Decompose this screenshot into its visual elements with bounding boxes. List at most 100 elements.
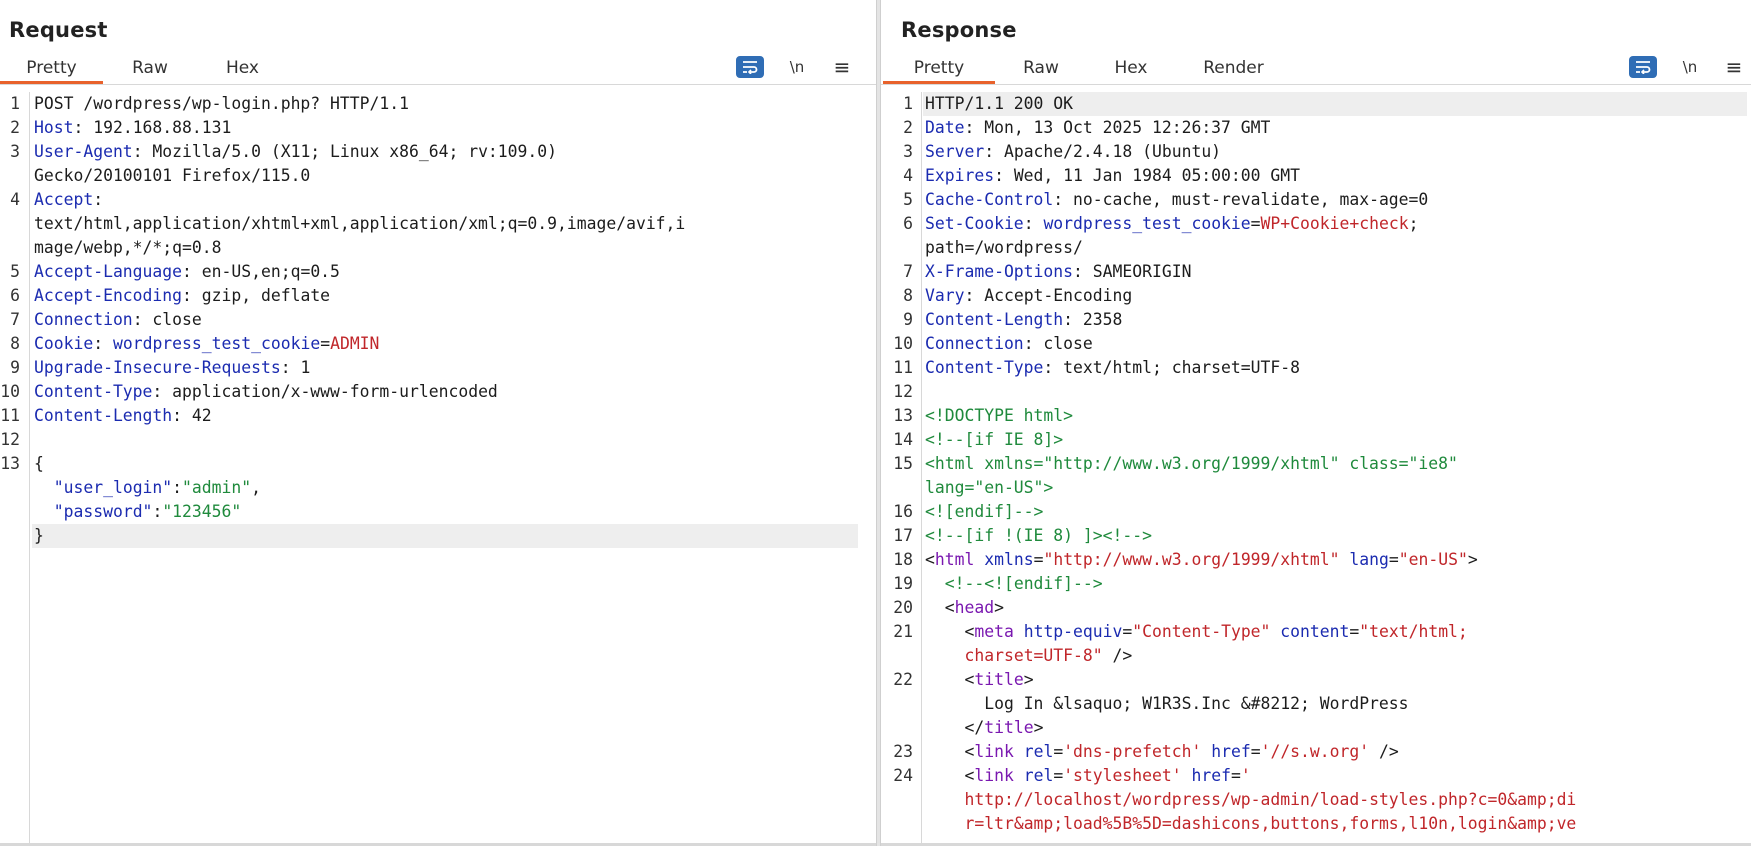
line-number: 13 — [0, 454, 20, 473]
code-text: HTTP/1.1 200 OK — [925, 94, 1074, 113]
response-code-line: 16 <![endif]--> — [881, 500, 1751, 524]
code-text: } — [34, 526, 44, 545]
response-code-line: Log In &lsaquo; W1R3S.Inc &#8212; WordPr… — [881, 692, 1751, 716]
code-text: <!--<![endif]--> — [944, 574, 1103, 593]
response-code-line: 3 Server: Apache/2.4.18 (Ubuntu) — [881, 140, 1751, 164]
response-pane: Response Pretty Raw Hex Render \n ≡ 1 HTT… — [881, 0, 1751, 846]
response-code-line: 1 HTTP/1.1 200 OK — [881, 92, 1751, 116]
line-number: 14 — [893, 430, 913, 449]
response-title: Response — [901, 18, 1017, 42]
request-code-line: 2 Host: 192.168.88.131 — [0, 116, 876, 140]
code-text: Upgrade-Insecure-Requests: 1 — [34, 358, 311, 377]
response-code-line: 6 Set-Cookie: wordpress_test_cookie=WP+Co… — [881, 212, 1751, 236]
request-menu-icon[interactable]: ≡ — [829, 55, 855, 79]
response-code-line: 4 Expires: Wed, 11 Jan 1984 05:00:00 GMT — [881, 164, 1751, 188]
request-code-line: Gecko/20100101 Firefox/115.0 — [0, 164, 876, 188]
line-number: 5 — [10, 262, 20, 281]
line-number: 2 — [903, 118, 913, 137]
response-code-line: 12 — [881, 380, 1751, 404]
response-code-line: 22 <title> — [881, 668, 1751, 692]
line-number: 3 — [10, 142, 20, 161]
response-menu-icon[interactable]: ≡ — [1721, 55, 1747, 79]
line-number: 21 — [893, 622, 913, 641]
request-tab-raw[interactable]: Raw — [115, 52, 185, 84]
line-number: 11 — [0, 406, 20, 425]
request-tab-pretty[interactable]: Pretty — [0, 52, 103, 84]
line-number: 2 — [10, 118, 20, 137]
code-text: "user_login":"admin", — [53, 478, 261, 497]
line-number: 19 — [893, 574, 913, 593]
line-number: 3 — [903, 142, 913, 161]
line-number: 16 — [893, 502, 913, 521]
response-code-line: 23 <link rel='dns-prefetch' href='//s.w.… — [881, 740, 1751, 764]
line-number: 1 — [10, 94, 20, 113]
response-code-line: 11 Content-Type: text/html; charset=UTF-8 — [881, 356, 1751, 380]
code-text: X-Frame-Options: SAMEORIGIN — [925, 262, 1192, 281]
request-word-wrap-button[interactable] — [736, 56, 764, 78]
response-tab-pretty[interactable]: Pretty — [883, 52, 995, 84]
request-code-line: 13 { — [0, 452, 876, 476]
response-code-line: 13 <!DOCTYPE html> — [881, 404, 1751, 428]
code-text: <link rel='dns-prefetch' href='//s.w.org… — [925, 742, 1399, 761]
response-code-line: 10 Connection: close — [881, 332, 1751, 356]
code-text: Gecko/20100101 Firefox/115.0 — [34, 166, 311, 185]
line-number: 23 — [893, 742, 913, 761]
code-text: Accept-Language: en-US,en;q=0.5 — [34, 262, 340, 281]
line-number: 11 — [893, 358, 913, 377]
response-tab-render[interactable]: Render — [1181, 52, 1286, 84]
code-text: Cookie: wordpress_test_cookie=ADMIN — [34, 334, 380, 353]
code-text: Set-Cookie: wordpress_test_cookie=WP+Coo… — [925, 214, 1419, 233]
line-number: 17 — [893, 526, 913, 545]
code-text: Accept: — [34, 190, 104, 209]
line-number: 4 — [10, 190, 20, 209]
request-code-line: } — [0, 524, 876, 548]
request-tab-hex[interactable]: Hex — [205, 52, 280, 84]
code-text: lang="en-US"> — [925, 478, 1054, 497]
request-code-line: 12 — [0, 428, 876, 452]
code-text: Content-Length: 42 — [34, 406, 212, 425]
code-text: Host: 192.168.88.131 — [34, 118, 232, 137]
code-text: Server: Apache/2.4.18 (Ubuntu) — [925, 142, 1222, 161]
code-text: charset=UTF-8" /> — [964, 646, 1133, 665]
line-number: 5 — [903, 190, 913, 209]
request-code-line: 4 Accept: — [0, 188, 876, 212]
request-pane: Request Pretty Raw Hex \n ≡ 1 POST /wordp… — [0, 0, 876, 846]
request-code-line: 5 Accept-Language: en-US,en;q=0.5 — [0, 260, 876, 284]
line-number: 7 — [903, 262, 913, 281]
code-text: <!--[if IE 8]> — [925, 430, 1064, 449]
response-editor[interactable]: 1 HTTP/1.1 200 OK 2 Date: Mon, 13 Oct 2025 … — [881, 92, 1751, 846]
response-code-line: 5 Cache-Control: no-cache, must-revalidat… — [881, 188, 1751, 212]
code-text: Vary: Accept-Encoding — [925, 286, 1133, 305]
code-text: { — [34, 454, 44, 473]
line-number: 8 — [903, 286, 913, 305]
line-number: 10 — [893, 334, 913, 353]
response-tab-hex[interactable]: Hex — [1091, 52, 1171, 84]
request-code-line: 3 User-Agent: Mozilla/5.0 (X11; Linux x86… — [0, 140, 876, 164]
response-code-line: 8 Vary: Accept-Encoding — [881, 284, 1751, 308]
request-editor[interactable]: 1 POST /wordpress/wp-login.php? HTTP/1.1 2… — [0, 92, 876, 846]
response-code-line: 7 X-Frame-Options: SAMEORIGIN — [881, 260, 1751, 284]
response-code-line: charset=UTF-8" /> — [881, 644, 1751, 668]
request-code-line: 7 Connection: close — [0, 308, 876, 332]
code-text: "password":"123456" — [53, 502, 242, 521]
code-text: Log In &lsaquo; W1R3S.Inc &#8212; WordPr… — [925, 694, 1409, 713]
code-text: Accept-Encoding: gzip, deflate — [34, 286, 331, 305]
response-code-line: </title> — [881, 716, 1751, 740]
code-text: </title> — [925, 718, 1044, 737]
response-tab-raw[interactable]: Raw — [1001, 52, 1081, 84]
request-newline-toggle[interactable]: \n — [784, 55, 810, 79]
request-code-line: text/html,application/xhtml+xml,applicat… — [0, 212, 876, 236]
code-text: Cache-Control: no-cache, must-revalidate… — [925, 190, 1429, 209]
line-number: 7 — [10, 310, 20, 329]
request-code-line: 9 Upgrade-Insecure-Requests: 1 — [0, 356, 876, 380]
response-code-line: r=ltr&amp;load%5B%5D=dashicons,buttons,f… — [881, 812, 1751, 836]
line-number: 9 — [10, 358, 20, 377]
code-text: POST /wordpress/wp-login.php? HTTP/1.1 — [34, 94, 409, 113]
line-number: 12 — [0, 430, 20, 449]
line-number: 9 — [903, 310, 913, 329]
response-word-wrap-button[interactable] — [1629, 56, 1657, 78]
response-code-line: 2 Date: Mon, 13 Oct 2025 12:26:37 GMT — [881, 116, 1751, 140]
response-newline-toggle[interactable]: \n — [1677, 55, 1703, 79]
request-code-line: "user_login":"admin", — [0, 476, 876, 500]
response-code-line: 20 <head> — [881, 596, 1751, 620]
